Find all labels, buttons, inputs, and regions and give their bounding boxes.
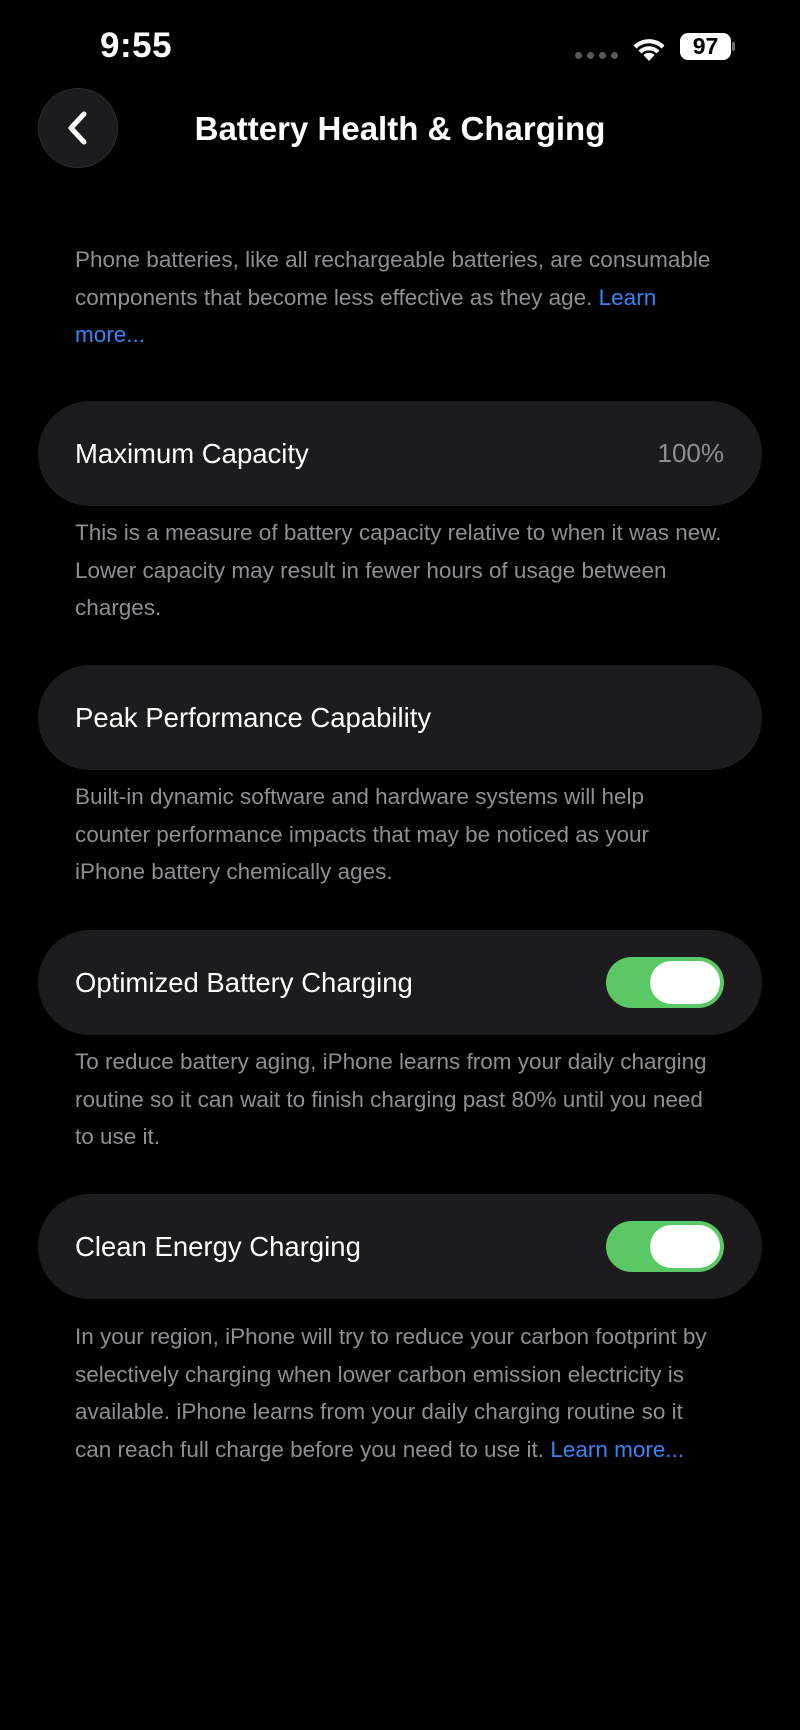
maximum-capacity-row: Maximum Capacity 100% bbox=[38, 401, 762, 506]
signal-dots-icon bbox=[575, 52, 618, 59]
toggle-knob bbox=[650, 961, 720, 1004]
toggle-knob bbox=[650, 1225, 720, 1268]
battery-icon: 97 bbox=[680, 33, 735, 60]
status-bar: 9:55 97 bbox=[0, 0, 800, 90]
clean-energy-toggle[interactable] bbox=[606, 1221, 724, 1272]
intro-description: Phone batteries, like all rechargeable b… bbox=[75, 241, 725, 354]
peak-performance-row[interactable]: Peak Performance Capability bbox=[38, 665, 762, 770]
maximum-capacity-value: 100% bbox=[657, 438, 725, 468]
learn-more-link[interactable]: Learn more... bbox=[550, 1437, 684, 1462]
maximum-capacity-description: This is a measure of battery capacity re… bbox=[75, 520, 722, 620]
page-title: Battery Health & Charging bbox=[194, 110, 606, 147]
clean-energy-label: Clean Energy Charging bbox=[75, 1231, 361, 1262]
optimized-charging-label: Optimized Battery Charging bbox=[75, 967, 413, 998]
status-time: 9:55 bbox=[100, 26, 173, 65]
clean-energy-row: Clean Energy Charging bbox=[38, 1194, 762, 1299]
clean-energy-description: In your region, iPhone will try to reduc… bbox=[75, 1318, 725, 1468]
maximum-capacity-label: Maximum Capacity bbox=[75, 438, 309, 469]
optimized-charging-toggle[interactable] bbox=[606, 957, 724, 1008]
wifi-icon bbox=[630, 34, 668, 67]
peak-performance-description: Built-in dynamic software and hardware s… bbox=[75, 784, 650, 884]
optimized-charging-row: Optimized Battery Charging bbox=[38, 930, 762, 1035]
battery-level: 97 bbox=[680, 33, 731, 60]
peak-performance-label: Peak Performance Capability bbox=[75, 702, 432, 733]
optimized-charging-description: To reduce battery aging, iPhone learns f… bbox=[75, 1049, 707, 1149]
